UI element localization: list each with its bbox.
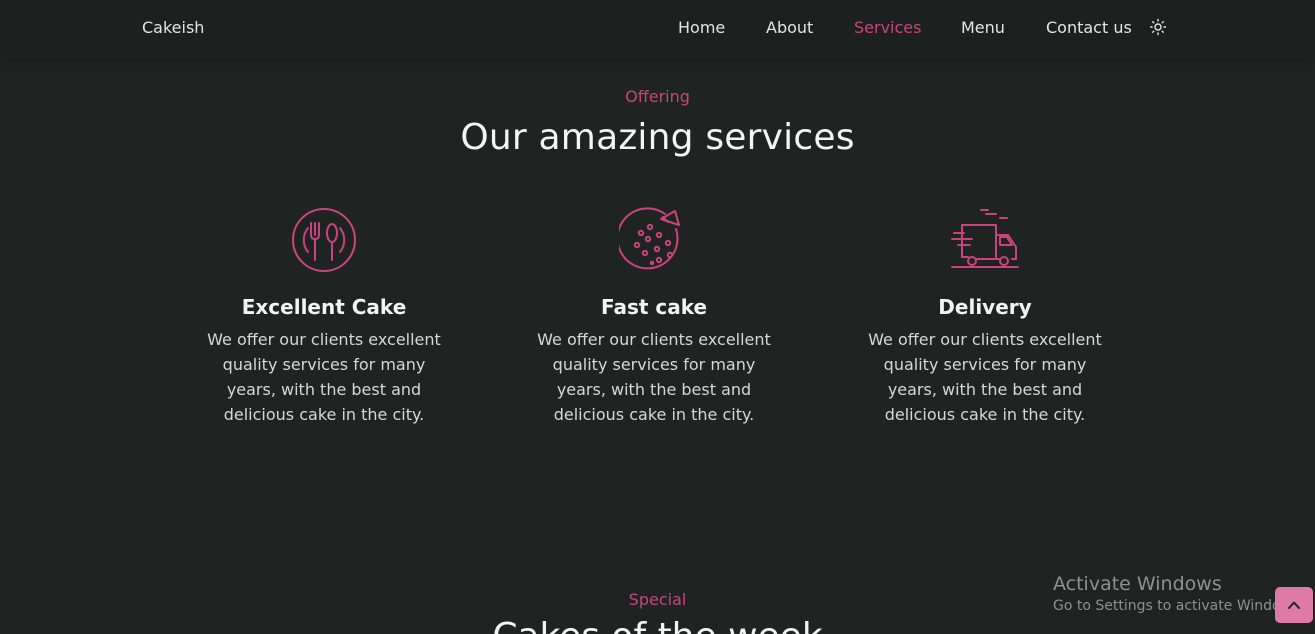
windows-activation-watermark: Activate Windows Go to Settings to activ… (1053, 572, 1304, 616)
pizza-icon (619, 207, 680, 270)
service-card-title: Delivery (938, 295, 1032, 319)
cutlery-plate-icon (292, 208, 356, 272)
nav-link-services[interactable]: Services (854, 18, 921, 37)
page: Cakeish Home About Services Menu Contact… (0, 0, 1315, 634)
section-title: Our amazing services (460, 117, 855, 158)
nav-menu: Home About Services Menu Contact us (0, 18, 1315, 42)
header: Cakeish Home About Services Menu Contact… (0, 0, 1315, 58)
service-card-delivery: Delivery We offer our clients excellent … (860, 205, 1110, 427)
service-card-description: We offer our clients excellent quality s… (868, 330, 1102, 424)
scroll-up-button[interactable] (1275, 587, 1313, 623)
sun-icon (1149, 18, 1167, 36)
section-subtitle: Offering (625, 87, 690, 106)
chevron-up-icon (1288, 601, 1300, 609)
nav-link-menu[interactable]: Menu (961, 18, 1005, 37)
service-card-title: Fast cake (600, 295, 708, 319)
activation-title: Activate Windows (1053, 573, 1222, 595)
special-title: Cakes of the week (0, 616, 1315, 634)
delivery-truck-icon (951, 209, 1019, 268)
nav-link-contact[interactable]: Contact us (1046, 18, 1132, 37)
theme-toggle-button[interactable] (1149, 18, 1167, 36)
service-card-description: We offer our clients excellent quality s… (207, 330, 441, 424)
nav-link-about[interactable]: About (766, 18, 813, 37)
service-card-fast-cake: Fast cake We offer our clients excellent… (529, 205, 779, 427)
service-card-description: We offer our clients excellent quality s… (537, 330, 771, 424)
nav-link-home[interactable]: Home (678, 18, 725, 37)
activation-subtitle: Go to Settings to activate Windows. (1053, 598, 1304, 614)
service-card-excellent-cake: Excellent Cake We offer our clients exce… (199, 205, 449, 427)
service-card-title: Excellent Cake (241, 295, 407, 319)
